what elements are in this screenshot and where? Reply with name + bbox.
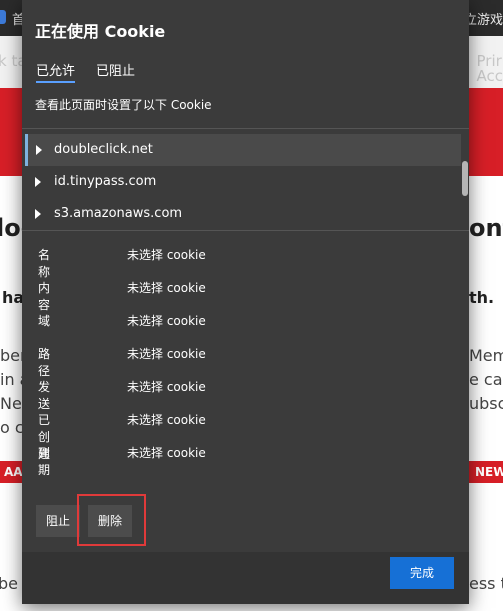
site-item-amazonaws[interactable]: s3.amazonaws.com: [25, 198, 461, 230]
bg-body-right-1: Memb: [469, 346, 503, 365]
dialog-title: 正在使用 Cookie: [35, 22, 166, 41]
expand-arrow-icon[interactable]: [35, 177, 41, 187]
annotation-highlight-box: [77, 494, 146, 546]
site-list-scrollbar[interactable]: [462, 161, 468, 196]
tab-blocked[interactable]: 已阻止: [96, 60, 135, 79]
detail-value: 未选择 cookie: [127, 314, 206, 328]
bg-body-right-3: ubsc: [469, 394, 503, 413]
tab-title-right[interactable]: 立游戏: [464, 9, 503, 28]
expand-arrow-icon[interactable]: [35, 209, 41, 219]
site-name: s3.amazonaws.com: [54, 206, 183, 221]
site-name: id.tinypass.com: [54, 174, 157, 189]
bg-headline-right: onti: [469, 214, 503, 242]
dialog-description: 查看此页面时设置了以下 Cookie: [35, 98, 212, 112]
bg-bottom-right: ess t: [469, 574, 503, 593]
detail-value: 未选择 cookie: [127, 446, 206, 460]
divider: [22, 230, 469, 231]
tab-favicon-icon: [0, 10, 6, 24]
detail-label: 发送: [38, 380, 51, 411]
detail-label: 到期: [38, 446, 51, 477]
cookies-in-use-dialog: 正在使用 Cookie 已允许 已阻止 查看此页面时设置了以下 Cookie d…: [22, 0, 469, 604]
detail-label: 内容: [38, 281, 51, 312]
tab-allowed[interactable]: 已允许: [36, 60, 76, 83]
divider: [22, 128, 469, 129]
bg-body-right-2: e cam: [469, 370, 503, 389]
detail-value: 未选择 cookie: [127, 413, 206, 427]
detail-value: 未选择 cookie: [127, 380, 206, 394]
bg-nav-text-right: Prir Acc: [476, 52, 503, 85]
cookie-site-tree: doubleclick.net id.tinypass.com s3.amazo…: [25, 134, 461, 230]
block-button[interactable]: 阻止: [36, 505, 80, 537]
bg-tag-right: NEWS: [469, 461, 503, 483]
detail-label: 路径: [38, 347, 51, 378]
expand-arrow-icon[interactable]: [36, 145, 42, 155]
detail-value: 未选择 cookie: [127, 248, 206, 262]
site-name: doubleclick.net: [54, 142, 153, 157]
detail-label: 名称: [38, 248, 51, 279]
done-button[interactable]: 完成: [390, 557, 454, 589]
bg-subhead-right: th.: [469, 288, 495, 307]
detail-label: 域: [38, 314, 51, 328]
bg-subhead-left: ha: [2, 288, 25, 307]
detail-value: 未选择 cookie: [127, 347, 206, 361]
site-item-doubleclick[interactable]: doubleclick.net: [25, 134, 461, 166]
site-item-tinypass[interactable]: id.tinypass.com: [25, 166, 461, 198]
detail-value: 未选择 cookie: [127, 281, 206, 295]
